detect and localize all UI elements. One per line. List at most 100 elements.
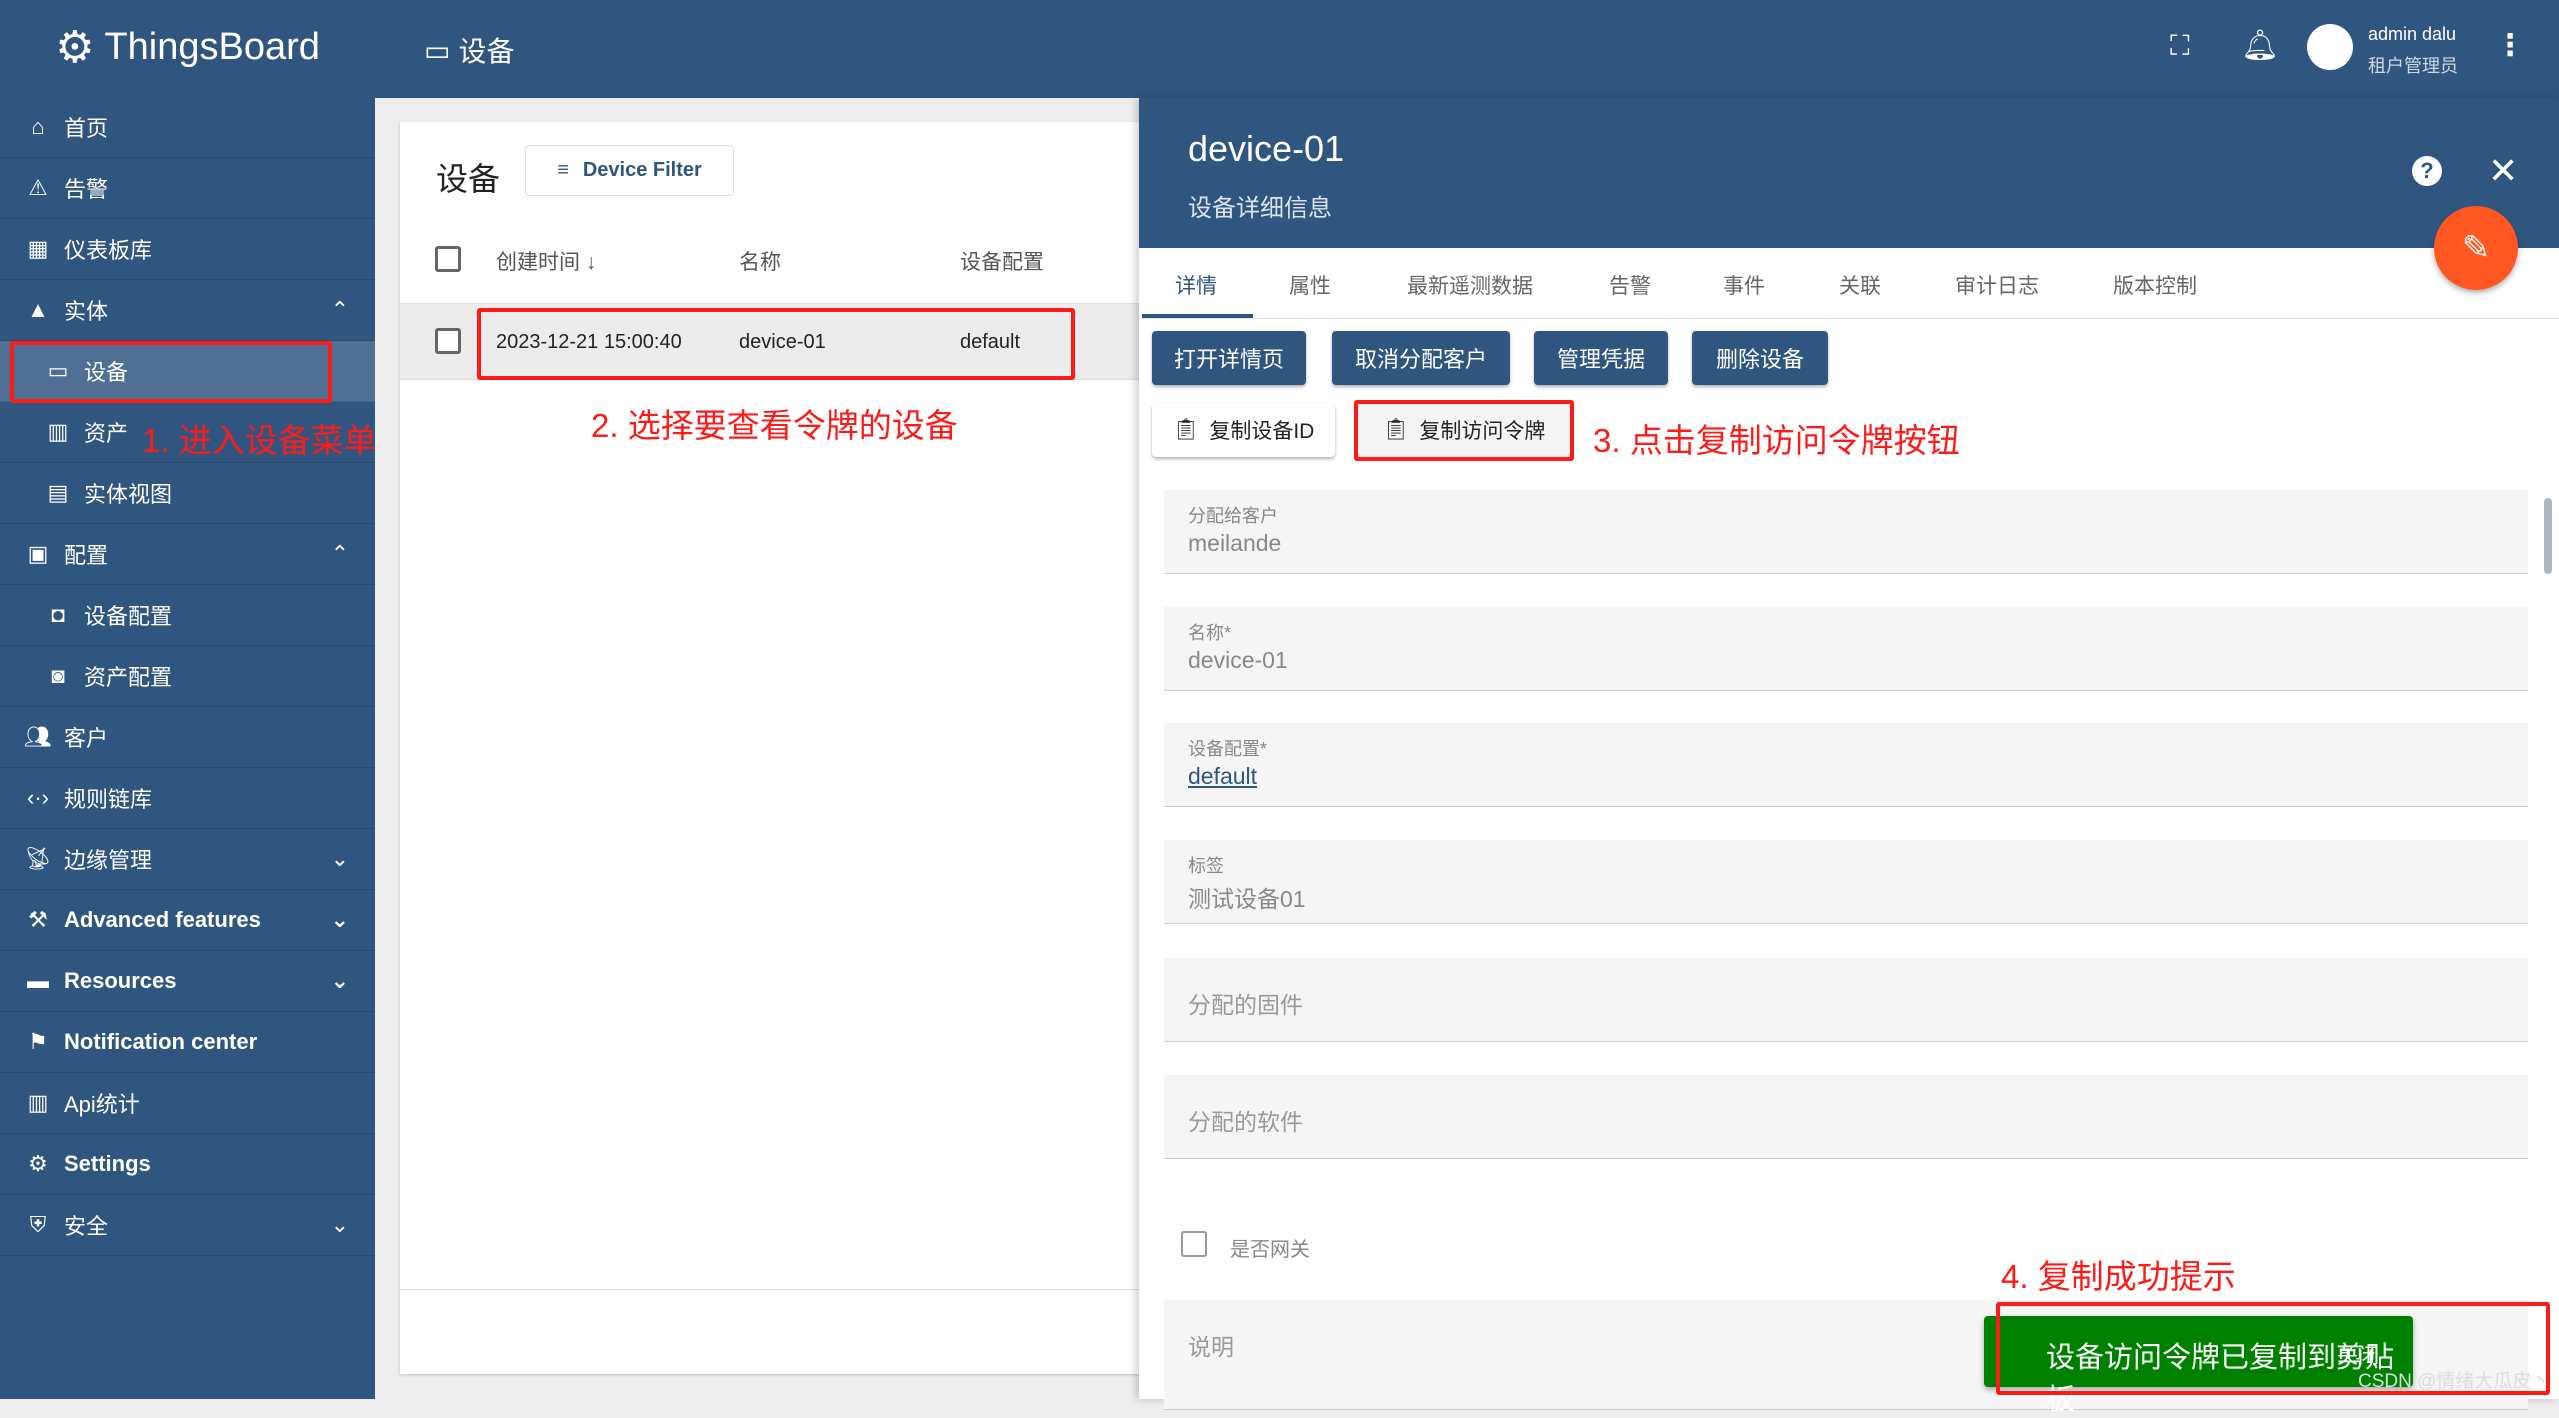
page-title: ▭ 设备 (424, 34, 515, 68)
sidebar-item-16[interactable]: ▥ Api统计 (0, 1073, 375, 1134)
field-label: 标签 (1188, 856, 1224, 876)
sidebar-item-label: Notification center (64, 1029, 258, 1054)
badge-icon: ▣ (27, 541, 49, 566)
logo[interactable]: ⚙ ThingsBoard (55, 22, 320, 73)
sidebar-item-0[interactable]: ⌂ 首页 (0, 97, 375, 158)
tab-4[interactable]: 事件 (1723, 270, 1765, 300)
sidebar-item-label: Api统计 (64, 1092, 140, 1117)
field-value[interactable]: default (1188, 763, 1257, 790)
field-value: meilande (1188, 530, 1282, 556)
sidebar-item-label: 首页 (64, 116, 109, 141)
action-button-2[interactable]: 管理凭据 (1534, 331, 1668, 385)
help-icon[interactable]: ? (2412, 156, 2442, 186)
sidebar-item-17[interactable]: ⚙ Settings (0, 1134, 375, 1195)
avatar[interactable] (2307, 24, 2353, 70)
annotation-2: 2. 选择要查看令牌的设备 (591, 407, 958, 444)
chevron-down-icon[interactable]: ⌄ (331, 907, 349, 933)
annotation-box-3 (1354, 400, 1574, 461)
filter-icon: ≡ (557, 159, 569, 181)
tab-5[interactable]: 关联 (1839, 270, 1881, 300)
field-value: device-01 (1188, 647, 1288, 673)
tab-1[interactable]: 属性 (1289, 270, 1331, 300)
sidebar-item-label: Advanced features (64, 907, 261, 932)
domain-icon: ▥ (47, 419, 69, 444)
sidebar-item-9[interactable]: ◙ 资产配置 (0, 646, 375, 707)
sidebar-item-15[interactable]: ⚑ Notification center (0, 1012, 375, 1073)
bell-icon[interactable]: 🔔︎ (2241, 28, 2279, 63)
construction-icon: ⚒ (28, 907, 48, 932)
select-all-checkbox[interactable] (435, 246, 461, 272)
sidebar-item-1[interactable]: ⚠ 告警 (0, 158, 375, 219)
copy-device-id-button[interactable]: 📋︎ 复制设备ID (1152, 403, 1335, 457)
device-details-panel: device-01 设备详细信息 ? ✕ ✎ 详情 属性 最新遥测数据 告警 事件 关联 审… (1139, 98, 2559, 1410)
form-field-4[interactable]: 分配的固件 (1164, 958, 2528, 1042)
sidebar-item-14[interactable]: ▬ Resources ⌄ (0, 951, 375, 1012)
field-label: 分配给客户 (1188, 506, 1278, 526)
sidebar-item-label: 实体视图 (84, 482, 173, 507)
edit-fab-button[interactable]: ✎ (2434, 206, 2518, 290)
folder-icon: ▬ (27, 968, 49, 993)
column-name[interactable]: 名称 (739, 246, 781, 276)
action-button-0[interactable]: 打开详情页 (1152, 331, 1306, 385)
sidebar-item-label: 仪表板库 (64, 238, 153, 263)
devices-icon: ▭ (424, 34, 451, 66)
field-placeholder: 分配的软件 (1188, 1109, 1303, 1135)
tab-2[interactable]: 最新遥测数据 (1407, 270, 1533, 300)
form-field-5[interactable]: 分配的软件 (1164, 1075, 2528, 1159)
sidebar-item-label: 客户 (64, 726, 109, 751)
warning-icon: ⚠ (28, 175, 48, 200)
action-button-3[interactable]: 删除设备 (1692, 331, 1828, 385)
sidebar-item-3[interactable]: ▲ 实体 ⌃ (0, 280, 375, 341)
sidebar-item-2[interactable]: ▦ 仪表板库 (0, 219, 375, 280)
scrollbar[interactable] (2544, 498, 2552, 574)
annotation-box-2 (477, 308, 1075, 380)
sidebar-item-label: 资产 (84, 421, 129, 446)
chevron-up-icon[interactable]: ⌃ (331, 541, 349, 567)
chevron-down-icon[interactable]: ⌄ (331, 1212, 349, 1238)
sidebar-item-10[interactable]: 👥︎ 客户 (0, 707, 375, 768)
more-vert-icon[interactable]: ⋮ (2495, 28, 2525, 63)
sidebar-item-8[interactable]: ◘ 设备配置 (0, 585, 375, 646)
sidebar-item-label: 告警 (64, 177, 109, 202)
asset-profile-icon: ◙ (51, 663, 65, 688)
sidebar-item-18[interactable]: ⛨ 安全 ⌄ (0, 1195, 375, 1256)
column-created-time[interactable]: 创建时间 ↓ (496, 246, 596, 276)
sidebar-item-6[interactable]: ▤ 实体视图 (0, 463, 375, 524)
tab-0[interactable]: 详情 (1175, 270, 1217, 300)
form-field-2[interactable]: 设备配置* default (1164, 723, 2528, 807)
top-bar: ▭ 设备 ⛶ 🔔︎ admin dalu 租户管理员 ⋮ (375, 0, 2559, 98)
chevron-down-icon[interactable]: ⌄ (331, 846, 349, 872)
details-subtitle: 设备详细信息 (1188, 195, 1332, 222)
sidebar-item-label: 安全 (64, 1214, 109, 1239)
paginator-divider (400, 1289, 1160, 1290)
chevron-down-icon[interactable]: ⌄ (331, 968, 349, 994)
close-icon[interactable]: ✕ (2488, 150, 2518, 192)
table-title: 设备 (436, 161, 501, 197)
row-checkbox[interactable] (435, 328, 461, 354)
sidebar-item-11[interactable]: ‹·› 规则链库 (0, 768, 375, 829)
sidebar-item-7[interactable]: ▣ 配置 ⌃ (0, 524, 375, 585)
column-device-profile[interactable]: 设备配置 (960, 246, 1044, 276)
tab-6[interactable]: 审计日志 (1955, 270, 2039, 300)
sidebar-item-12[interactable]: 📡︎ 边缘管理 ⌄ (0, 829, 375, 890)
sidebar: ⚙ ThingsBoard ⌂ 首页 ⚠ 告警 ▦ 仪表板库 ▲ 实体 ⌃ ▭ 设备 ▥ 资产 ▤ 实体视图… (0, 0, 375, 1399)
form-field-1[interactable]: 名称* device-01 (1164, 607, 2528, 691)
tabs-divider (1139, 318, 2559, 319)
form-field-0[interactable]: 分配给客户 meilande (1164, 490, 2528, 574)
annotation-box-1 (10, 341, 332, 403)
tab-3[interactable]: 告警 (1609, 270, 1651, 300)
action-button-1[interactable]: 取消分配客户 (1332, 331, 1510, 385)
chevron-up-icon[interactable]: ⌃ (331, 297, 349, 323)
sidebar-item-13[interactable]: ⚒ Advanced features ⌄ (0, 890, 375, 951)
device-filter-button[interactable]: ≡ Device Filter (525, 145, 734, 196)
tab-7[interactable]: 版本控制 (2113, 270, 2197, 300)
thingsboard-logo-icon: ⚙ (55, 23, 95, 72)
fullscreen-icon[interactable]: ⛶ (2170, 30, 2190, 63)
sidebar-item-label: Settings (64, 1151, 151, 1176)
form-field-3[interactable]: 标签 测试设备01 (1164, 840, 2528, 924)
details-title: device-01 (1188, 128, 1345, 169)
annotation-3: 3. 点击复制访问令牌按钮 (1593, 422, 1960, 459)
gateway-checkbox[interactable] (1181, 1231, 1207, 1257)
details-header (1139, 98, 2559, 248)
gear-icon: ⚙ (28, 1151, 48, 1176)
